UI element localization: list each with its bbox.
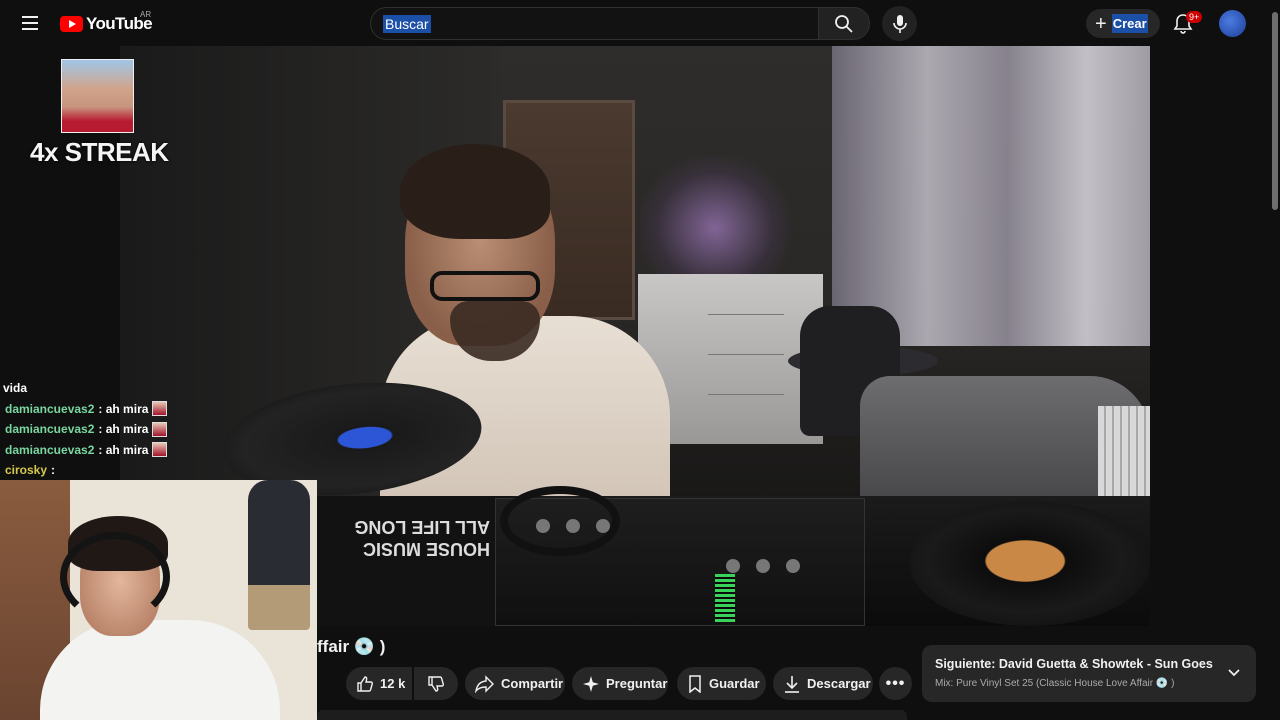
search-input[interactable]: Buscar	[370, 7, 818, 40]
dislike-icon	[428, 675, 444, 692]
share-label: Compartir	[501, 676, 564, 691]
chat-line: damiancuevas2 : ah mira	[3, 440, 203, 461]
stream-chat: vida damiancuevas2 : ah mira damiancueva…	[3, 378, 203, 481]
more-actions-button[interactable]: •••	[879, 667, 912, 700]
chat-line: damiancuevas2 : ah mira	[3, 399, 203, 420]
chat-message: : ah mira	[98, 422, 149, 437]
share-icon	[475, 674, 494, 693]
chat-message: : ah mira	[98, 442, 149, 457]
save-label: Guardar	[709, 676, 760, 691]
left-turntable: HOUSE MUSIC ALL LIFE LONG	[290, 496, 520, 626]
download-label: Descargar	[807, 676, 871, 691]
up-next-title: Siguiente: David Guetta & Showtek - Sun …	[935, 657, 1215, 671]
account-avatar[interactable]	[1219, 10, 1246, 37]
create-label: Crear	[1111, 14, 1148, 33]
create-button[interactable]: + Crear	[1086, 9, 1160, 38]
chat-message: vida	[3, 381, 28, 396]
chat-message: :	[51, 463, 56, 478]
page-scrollbar[interactable]	[1270, 0, 1280, 720]
chat-emote-icon	[152, 401, 168, 417]
like-button[interactable]: 12 k	[346, 667, 412, 700]
search-placeholder: Buscar	[383, 14, 431, 33]
description-box-edge	[317, 710, 907, 720]
hamburger-icon[interactable]	[18, 12, 42, 34]
youtube-logo[interactable]: YouTube	[60, 13, 153, 35]
chat-username: damiancuevas2	[5, 422, 95, 437]
save-button[interactable]: Guardar	[677, 667, 766, 700]
streak-avatar	[61, 59, 134, 133]
chat-username: damiancuevas2	[5, 401, 95, 416]
download-icon	[785, 675, 799, 693]
chat-line: vida	[3, 378, 203, 399]
notifications-badge: 9+	[1186, 11, 1203, 23]
ask-label: Preguntar	[606, 676, 668, 691]
chat-line: damiancuevas2 : ah mira	[3, 419, 203, 440]
top-bar: YouTube AR Buscar + Crear 9+	[0, 0, 1280, 46]
share-button[interactable]: Compartir	[465, 667, 565, 700]
scene-curtain	[832, 46, 1150, 346]
slipmat-text: HOUSE MUSIC ALL LIFE LONG	[354, 517, 490, 559]
headphones	[500, 486, 620, 556]
video-title: ffair 💿 )	[317, 637, 386, 656]
youtube-logo-icon	[60, 16, 83, 32]
like-icon	[357, 675, 373, 692]
search-button[interactable]	[818, 7, 870, 40]
up-next-subtitle: Mix: Pure Vinyl Set 25 (Classic House Lo…	[935, 678, 1175, 689]
chat-line: cirosky :	[3, 460, 203, 481]
country-code: AR	[140, 10, 152, 19]
plus-icon: +	[1095, 12, 1107, 35]
more-icon: •••	[885, 674, 906, 692]
streamer-webcam	[0, 480, 317, 720]
headset	[60, 532, 170, 622]
chat-message: : ah mira	[98, 401, 149, 416]
ask-button[interactable]: Preguntar	[572, 667, 668, 700]
mic-icon	[892, 14, 907, 33]
bookmark-icon	[689, 674, 701, 693]
scrollbar-thumb[interactable]	[1272, 12, 1278, 210]
sparkle-icon	[583, 675, 599, 692]
chevron-down-icon[interactable]	[1226, 665, 1242, 681]
chat-emote-icon	[152, 421, 168, 437]
up-next-card[interactable]: Siguiente: David Guetta & Showtek - Sun …	[922, 645, 1256, 702]
chat-username: damiancuevas2	[5, 442, 95, 457]
like-count: 12 k	[380, 676, 406, 691]
search-icon	[835, 14, 853, 33]
streak-text: 4x STREAK	[30, 137, 169, 167]
dislike-button[interactable]	[414, 667, 458, 700]
chat-username: cirosky	[5, 463, 48, 478]
download-button[interactable]: Descargar	[773, 667, 873, 700]
right-turntable	[910, 501, 1150, 626]
mannequin	[248, 480, 310, 630]
voice-search-button[interactable]	[882, 6, 917, 41]
level-meter	[715, 574, 735, 622]
chat-emote-icon	[152, 442, 168, 458]
search-bar: Buscar	[370, 7, 870, 40]
